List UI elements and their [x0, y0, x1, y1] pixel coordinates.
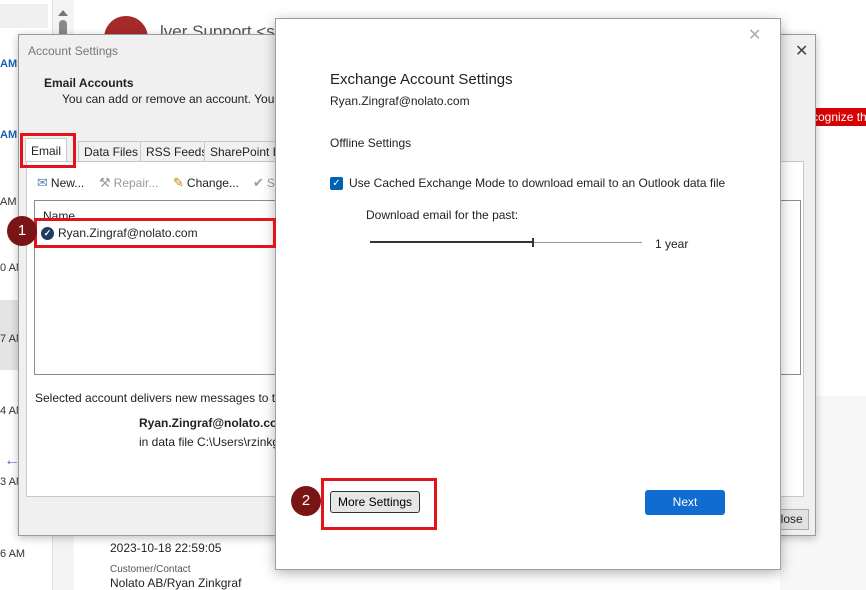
change-button[interactable]: ✎ Change... — [173, 175, 239, 191]
list-header-box — [0, 4, 48, 28]
step-badge-1: 1 — [7, 216, 37, 246]
message-time: AM — [0, 129, 18, 141]
highlight-more-settings — [321, 478, 437, 530]
slider-fill — [370, 241, 534, 243]
new-mail-icon: ✉ — [37, 175, 48, 190]
dialog-title: Exchange Account Settings — [330, 71, 513, 88]
section-description: You can add or remove an account. You ca — [62, 92, 291, 106]
download-period-value: 1 year — [655, 237, 689, 251]
next-button[interactable]: Next — [645, 490, 725, 515]
offline-settings-label: Offline Settings — [330, 136, 412, 150]
download-period-slider[interactable] — [370, 238, 642, 247]
customer-contact-label: Customer/Contact — [110, 564, 191, 575]
account-email: Ryan.Zingraf@nolato.com — [330, 94, 470, 108]
highlight-account-row — [34, 218, 276, 248]
set-default-label: S — [266, 176, 275, 190]
dialog-title: Account Settings — [28, 44, 119, 58]
wrench-icon: ⚒ — [99, 175, 111, 190]
message-time: AM — [0, 196, 17, 208]
scroll-up-icon[interactable] — [58, 10, 68, 16]
repair-button[interactable]: ⚒ Repair... — [99, 175, 158, 191]
warning-banner: cognize th — [808, 108, 866, 126]
close-icon[interactable]: ✕ — [795, 41, 808, 61]
tab-rss-feeds[interactable]: RSS Feeds — [140, 141, 214, 161]
close-icon[interactable]: ✕ — [748, 25, 761, 45]
change-label: Change... — [186, 176, 239, 190]
slider-thumb[interactable] — [532, 238, 535, 247]
message-time: 6 AM — [0, 548, 26, 560]
message-time: AM — [0, 58, 18, 70]
step-badge-2: 2 — [291, 486, 321, 516]
message-date: 2023-10-18 22:59:05 — [110, 541, 222, 555]
customer-contact-value: Nolato AB/Ryan Zinkgraf — [110, 576, 242, 590]
highlight-email-tab — [20, 133, 76, 168]
new-button[interactable]: ✉ New... — [37, 175, 84, 191]
set-default-button[interactable]: ✔ S — [253, 175, 275, 191]
delivery-description: Selected account delivers new messages t… — [35, 391, 289, 405]
checkmark-circle-icon: ✔ — [253, 175, 264, 190]
delivery-data-file: in data file C:\Users\rzinkg — [139, 435, 280, 449]
cached-mode-checkbox[interactable]: ✓ — [330, 176, 343, 190]
tab-data-files[interactable]: Data Files — [78, 141, 145, 161]
section-heading: Email Accounts — [44, 76, 134, 90]
repair-label: Repair... — [113, 176, 159, 190]
change-icon: ✎ — [173, 175, 184, 190]
cached-mode-label: Use Cached Exchange Mode to download ema… — [349, 176, 726, 190]
delivery-account: Ryan.Zingraf@nolato.com — [139, 416, 289, 430]
cached-mode-option[interactable]: ✓ Use Cached Exchange Mode to download e… — [330, 176, 725, 190]
new-label: New... — [50, 176, 85, 190]
download-period-label: Download email for the past: — [366, 208, 519, 222]
